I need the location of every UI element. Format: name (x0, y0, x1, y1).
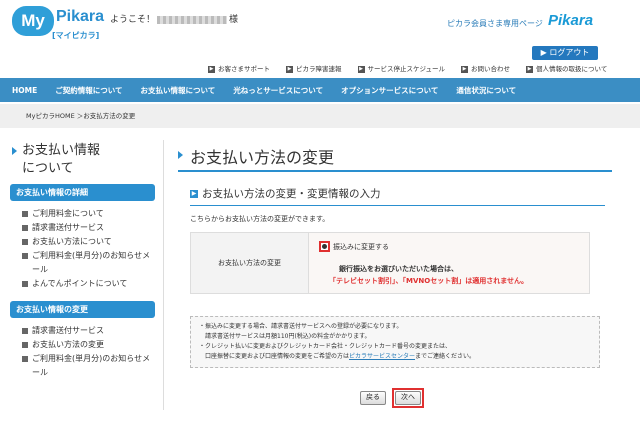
form-buttons: 戻る 次へ (360, 388, 424, 408)
masked-username (157, 15, 228, 24)
transfer-radio-button[interactable] (319, 241, 330, 252)
section-description: こちらからお支払い方法の変更ができます。 (190, 215, 330, 223)
arrow-box-icon: ▶ (190, 190, 198, 198)
sidebar-item-yonden-point[interactable]: よんでんポイントについて (22, 277, 155, 291)
nav-payment[interactable]: お支払い情報について (141, 85, 216, 96)
radio-selected-dot (322, 244, 327, 249)
nav-hikari-service[interactable]: 光ねっとサービスについて (233, 85, 323, 96)
sidebar-list-change: 請求書送付サービス お支払い方法の変更 ご利用料金(単月分)のお知らせメール (22, 324, 155, 380)
notice-box: ・振込みに変更する場合、請求書送付サービスへの登録が必要になります。 請求書送付… (190, 316, 600, 368)
triangle-icon (12, 147, 17, 155)
pikara-brand-logo[interactable]: Pikara (548, 12, 593, 29)
back-button[interactable]: 戻る (360, 391, 386, 405)
transfer-radio-label: 振込みに変更する (333, 242, 389, 251)
sidebar-item-monthly-mail[interactable]: ご利用料金(単月分)のお知らせメール (22, 249, 155, 277)
util-link-outage[interactable]: ▶ ピカラ障害速報 (286, 63, 342, 73)
sidebar-section-change: お支払い情報の変更 (10, 301, 155, 318)
util-link-privacy[interactable]: ▶ 個人情報の取扱について (526, 63, 607, 73)
title-rule (178, 170, 612, 172)
main-section: ▶ お支払い方法の変更・変更情報の入力 こちらからお支払い方法の変更ができます。… (190, 186, 605, 368)
arrow-icon: ▶ (526, 65, 534, 73)
sidebar-item-usage-fee[interactable]: ご利用料金について (22, 207, 155, 221)
section-rule (190, 205, 605, 206)
arrow-icon: ▶ (357, 65, 365, 73)
sidebar-title: お支払い情報 について (10, 142, 155, 178)
sidebar-item-monthly-mail-change[interactable]: ご利用料金(単月分)のお知らせメール (22, 352, 155, 380)
page: My Pikara [マイピカラ] ようこそ！様 ピカラ会員さま専用ページ Pi… (0, 0, 640, 422)
discount-warning: 「テレビセット割引」、「MVNOセット割」は適用されません。 (329, 277, 528, 285)
sidebar-item-payment-method-change[interactable]: お支払い方法の変更 (22, 338, 155, 352)
logo-sub: [マイピカラ] (52, 31, 100, 40)
form-label: お支払い方法の変更 (191, 233, 309, 293)
nav-home[interactable]: HOME (12, 86, 37, 95)
page-title: お支払い方法の変更 (178, 144, 334, 168)
util-link-contact[interactable]: ▶ お問い合わせ (461, 63, 510, 73)
nav-communication[interactable]: 通信状況について (456, 85, 516, 96)
transfer-radio-option[interactable]: 振込みに変更する (319, 241, 579, 252)
header: My Pikara [マイピカラ] ようこそ！様 ピカラ会員さま専用ページ Pi… (0, 0, 640, 76)
arrow-icon: ▶ (286, 65, 293, 73)
breadcrumb: MyピカラHOME ＞お支払方法の変更 (0, 104, 640, 128)
sidebar-section-details: お支払い情報の詳細 (10, 184, 155, 201)
payment-form-table: お支払い方法の変更 振込みに変更する 銀行振込をお選びいただいた場合は、 「テレ… (190, 232, 590, 294)
section-title: ▶ お支払い方法の変更・変更情報の入力 (190, 188, 381, 200)
member-page-label: ピカラ会員さま専用ページ (447, 19, 543, 28)
logout-button[interactable]: ▶ ログアウト (532, 46, 598, 60)
sidebar-item-invoice-service-change[interactable]: 請求書送付サービス (22, 324, 155, 338)
arrow-icon: ▶ (461, 65, 469, 73)
next-button[interactable]: 次へ (395, 391, 421, 405)
service-center-link[interactable]: ピカラサービスセンター (349, 353, 415, 360)
arrow-icon: ▶ (208, 65, 215, 73)
logo-pikara: Pikara (56, 8, 105, 25)
util-link-schedule[interactable]: ▶ サービス停止スケジュール (357, 63, 445, 73)
util-link-support[interactable]: ▶ お客さまサポート (208, 63, 270, 73)
utility-links: ▶ お客さまサポート ▶ ピカラ障害速報 ▶ サービス停止スケジュール ▶ お問い合わせ… (208, 63, 607, 73)
sidebar-list-details: ご利用料金について 請求書送付サービス お支払い方法について ご利用料金(単月分… (22, 207, 155, 291)
my-pikara-logo[interactable]: My Pikara [マイピカラ] (12, 6, 105, 44)
logo-my: My (12, 6, 54, 36)
column-divider (163, 140, 164, 410)
sidebar-item-invoice-service[interactable]: 請求書送付サービス (22, 221, 155, 235)
main-nav: HOME ご契約情報について お支払い情報について 光ねっとサービスについて オ… (0, 78, 640, 102)
welcome-text: ようこそ！様 (110, 15, 239, 25)
bank-transfer-note: 銀行振込をお選びいただいた場合は、 (339, 265, 458, 273)
nav-option-service[interactable]: オプションサービスについて (341, 85, 438, 96)
form-value: 振込みに変更する 銀行振込をお選びいただいた場合は、 「テレビセット割引」、「M… (309, 233, 589, 293)
sidebar: お支払い情報 について お支払い情報の詳細 ご利用料金について 請求書送付サービ… (10, 142, 155, 380)
nav-contract[interactable]: ご契約情報について (55, 85, 122, 96)
triangle-icon (178, 151, 183, 159)
next-button-highlight: 次へ (392, 388, 424, 408)
sidebar-item-payment-method[interactable]: お支払い方法について (22, 235, 155, 249)
